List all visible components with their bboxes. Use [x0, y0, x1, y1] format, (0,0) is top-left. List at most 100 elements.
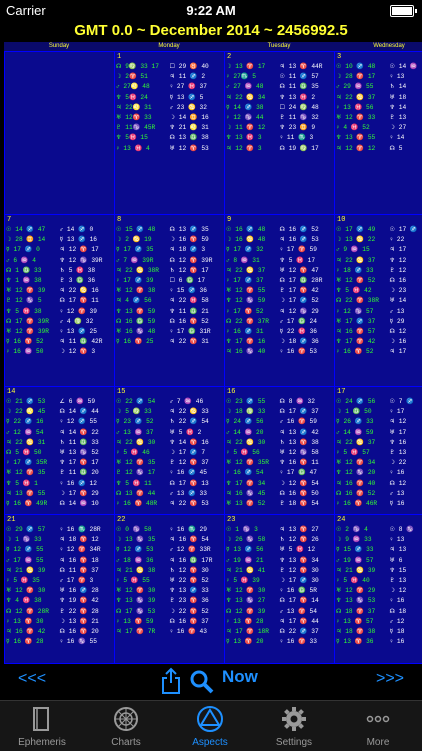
share-icon[interactable] [160, 667, 182, 695]
aspect-row: ☽ 1 ♑ 33♃ 18 ♈ 12 [6, 535, 113, 545]
calendar-day-cell[interactable]: 17☉ 24 ♐ 56☉ 7 ♐☽ 1 ♎ 50♀ 17☿ 26 ♐ 33♃ 1… [334, 386, 422, 514]
planet-position: ☉ 16 ♐ 48 [226, 225, 280, 235]
aspect-entry: ☽ 22 ♈ 52 [170, 607, 224, 617]
planet-position: ☊ 12 ♈ 28R [6, 607, 60, 617]
planet-position: ☽ 1 ♎ 50 [336, 407, 390, 417]
battery-icon [390, 5, 414, 17]
calendar-day-cell[interactable]: 15☉ 22 ♐ 54♂ 7 ♒ 46☽ 5 ♍ 33♃ 22 ♋ 33☿ 23… [114, 386, 224, 514]
planet-position: ♀ 4 ♓ 52 [336, 123, 390, 133]
tab-settings[interactable]: Settings [252, 701, 336, 751]
aspect-row: ♆ 5 ♓ 42☽ 23 [336, 286, 422, 296]
aspect-entry: ♇ 23 ♈ 36 [170, 596, 224, 606]
aspect-row: ☽ 28 ♊ 14☿ 13 ♐ 16 [6, 235, 113, 245]
planet-position: ♃ 18 ♈ 38 [336, 627, 390, 637]
calendar-day-cell[interactable]: 21☉ 29 ♐ 57♀ 16 ♏ 28R☽ 1 ♑ 33♃ 18 ♈ 12☿ … [4, 514, 114, 663]
aspect-row: ☿ 26 ♐ 33♃ 12 [336, 417, 422, 427]
aspect-row: ☊ 5 ♓ 50♅ 13 ♑ 52 [6, 448, 113, 458]
aspect-row: ☊ 17 ♑ 53☽ 22 ♈ 52 [116, 607, 223, 617]
calendar-day-cell[interactable]: 14☉ 21 ♐ 53∠ 6 ♒ 59☽ 22 ♌ 45☊ 14 ♐ 44☿ 2… [4, 386, 114, 514]
aspect-entry: ♃ 22 ♈ 53 [170, 499, 224, 509]
aspect-entry: ♂ 16 ♈ 59 [280, 417, 334, 427]
calendar-day-cell[interactable]: 10☉ 17 ♐ 49☉ 17 ♐☽ 13 ♋ 22♀ 22♂ 9 ♒ 15♃ … [334, 214, 422, 386]
planet-position: ♀ 13 ♈ 59 [116, 617, 170, 627]
aspect-entry: ♅ 5 ♓ 2 [170, 428, 224, 438]
tab-ephemeris[interactable]: Ephemeris [0, 701, 84, 751]
aspect-entry: ♇ 13 [390, 113, 422, 123]
aspect-row: ♃ 22 ♋ 37♅ 12 ♈ 47 [226, 266, 333, 276]
aspect-row: ♃ 21 ♋ 41♇ 12 ♈ 30 [226, 566, 333, 576]
calendar-day-cell[interactable]: 2☽ 13 ♈ 17♃ 13 ♈ 44R♀ 27♏ 5☉ 11 ♐ 57♂ 27… [224, 51, 334, 214]
calendar-grid[interactable]: SundayMondayTuesdayWednesday1☊ 9♍ 33 17☐… [4, 42, 422, 664]
planet-position: ☿ 12 ♐ 55 [6, 545, 60, 555]
tab-label: Settings [252, 737, 336, 748]
aspect-entry: ♀ 22 [390, 235, 422, 245]
aspect-entry: ♇ 11 ♎ 20 [60, 468, 114, 478]
aspect-row: ♆ 5 ♓ 1♀ 16 ♐ 12 [6, 479, 113, 489]
tab-aspects[interactable]: Aspects [168, 701, 252, 751]
calendar-day-cell[interactable]: 22☉ 0 ♑ 58♀ 16 ♏ 29☽ 13 ♑ 35♃ 16 ♈ 54☿ 1… [114, 514, 224, 663]
aspect-row: ☽ 2 ♋ 19☽ 16 ♈ 59 [116, 235, 223, 245]
planet-position: ♃ 4 ♐ 56 [116, 296, 170, 306]
calendar-day-cell[interactable]: 16☉ 23 ♐ 55☊ 8 ♒ 32☽ 18 ♍ 33☊ 17 ♐ 37☿ 2… [224, 386, 334, 514]
navigation-bar: <<< Now >>> [0, 664, 422, 700]
aspect-list: ☉ 17 ♐ 49☉ 17 ♐☽ 13 ♋ 22♀ 22♂ 9 ♒ 15♃ 17… [336, 225, 422, 386]
planet-position: ♂ 29 ♒ 55 [336, 82, 390, 92]
aspect-row: ♂ 18 ♒ 36♃ 16 ♎ 17R [116, 556, 223, 566]
tab-charts[interactable]: Charts [84, 701, 168, 751]
aspect-row: ♀ 18 ♐ 33♇ 12 [336, 266, 422, 276]
day-number: 24 [337, 516, 345, 524]
planet-position: ♃ 22 ♋ 37 [336, 256, 390, 266]
aspect-entry: ♀ 16 ♈ 43 [170, 627, 224, 637]
aspect-row: ☊ 17 ♈ 39R♂ 4 ♍ 32 [6, 317, 113, 327]
aspect-entry: ☿ 29 [390, 317, 422, 327]
calendar-day-cell[interactable]: 1☊ 9♍ 33 17☐ 29 ♉ 40☽ 2♈ 51♃ 11 ♐ 2♂ 27♌… [114, 51, 224, 214]
planet-position: ♅ 12 ♈ 30 [226, 586, 280, 596]
aspect-entry: ♄ 12 ♈ 26 [280, 535, 334, 545]
aspect-row: ♂ 6 ♒ 4♆ 12 ♑ 39R [6, 256, 113, 266]
aspect-row: ♇ 11♑ 45R♆ 21 ♌ 31 [116, 123, 223, 133]
aspect-row: ☉ 2 ♑ 4☉ 8 ♑ [336, 525, 422, 535]
aspect-row: ♅ 12 ♈ 30♆ 13 ♐ 33 [116, 586, 223, 596]
search-icon[interactable] [190, 670, 214, 694]
aspect-row: ♃ 22 ♋ 30♄ 13 ♈ 38 [226, 438, 333, 448]
planet-position: ♀ 5 ♓ 55 [116, 576, 170, 586]
aspect-entry: ♂ 13 ♈ 54 [280, 607, 334, 617]
aspect-entry: ♀ 16 ♎ 5R [280, 586, 334, 596]
planet-position: ♆ 5 ♓ 11 [116, 479, 170, 489]
calendar-day-cell[interactable]: 23☉ 1 ♑ 3♃ 13 ♈ 27☽ 26 ♑ 58♄ 12 ♈ 26☿ 13… [224, 514, 334, 663]
calendar-day-cell[interactable]: 8☉ 15 ♐ 48☊ 13 ♐ 35☽ 2 ♋ 19☽ 16 ♈ 59☿ 17… [114, 214, 224, 386]
aspect-entry: ♆ 15 [390, 566, 422, 576]
calendar-day-cell[interactable]: 7☉ 14 ♐ 47♂ 14 ♐ 0☽ 28 ♊ 14☿ 13 ♐ 16☿ 17… [4, 214, 114, 386]
aspect-row: ☉ 24 ♐ 56☉ 7 ♐ [336, 397, 422, 407]
day-number: 10 [337, 216, 345, 224]
aspect-entry: ☿ 13 ♐ 5 [170, 93, 224, 103]
next-month-button[interactable]: >>> [376, 670, 404, 688]
planet-position: ♃ 21 ♋ 41 [226, 566, 280, 576]
aspect-list: ☊ 9♍ 33 17☐ 29 ♉ 40☽ 2♈ 51♃ 11 ♐ 2♂ 27♌ … [116, 62, 223, 214]
planet-position: ☽ 11 ♈ 12 [226, 123, 280, 133]
tab-more[interactable]: More [336, 701, 420, 751]
status-bar: Carrier 9:22 AM [0, 0, 422, 20]
aspect-row: ♆ 5♓ 24☿ 13 ♐ 5 [116, 93, 223, 103]
calendar-day-cell[interactable]: 24☉ 2 ♑ 4☉ 8 ♑☽ 9 ♒ 33♀ 13☿ 15 ♐ 33♃ 13♂… [334, 514, 422, 663]
previous-month-button[interactable]: <<< [18, 670, 46, 688]
calendar-day-cell[interactable] [4, 51, 114, 214]
planet-position: ♅ 12 ♈ 34 [336, 458, 390, 468]
planet-position: ☽ 13 ♑ 35 [116, 535, 170, 545]
aspect-row: ♂ 19 ♒ 21♆ 13 ♈ 34 [226, 556, 333, 566]
aspect-entry: ☽ 17 ♐ 52 [280, 296, 334, 306]
aspect-entry: ♀ 11 ♏ 3 [280, 133, 334, 143]
aspect-row: ♀ 13 ♓ 4♅ 12 ♈ 53 [116, 144, 223, 154]
aspect-row: ♀ 27♏ 5☉ 11 ♐ 57 [226, 72, 333, 82]
now-button[interactable]: Now [222, 667, 258, 687]
aspect-row: ♀ 17 ♐ 39☐ 6 ♎ 17 [116, 276, 223, 286]
aspect-row: ♀ 5 ♓ 35♂ 17 ♈ 3 [6, 576, 113, 586]
calendar-day-cell[interactable]: 3☉ 10 ♐ 48☉ 14 ♒☽ 28 ♈ 17♀ 13♂ 29 ♒ 55♄ … [334, 51, 422, 214]
planet-position: ♆ 5 ♓ 1 [6, 479, 60, 489]
aspect-row: ♀ 4 ♓ 52☽ 27 [336, 123, 422, 133]
day-number: 15 [117, 388, 125, 396]
aspect-list: ☉ 14 ♐ 47♂ 14 ♐ 0☽ 28 ♊ 14☿ 13 ♐ 16☿ 17 … [6, 225, 113, 386]
calendar-day-cell[interactable]: 9☉ 16 ♐ 48☊ 16 ♐ 52☽ 16 ♋ 48♃ 16 ♐ 53☿ 1… [224, 214, 334, 386]
aspect-list: ☉ 0 ♑ 58♀ 16 ♏ 29☽ 13 ♑ 35♃ 16 ♈ 54☿ 12 … [116, 525, 223, 663]
aspect-entry: ☽ 27 [390, 123, 422, 133]
